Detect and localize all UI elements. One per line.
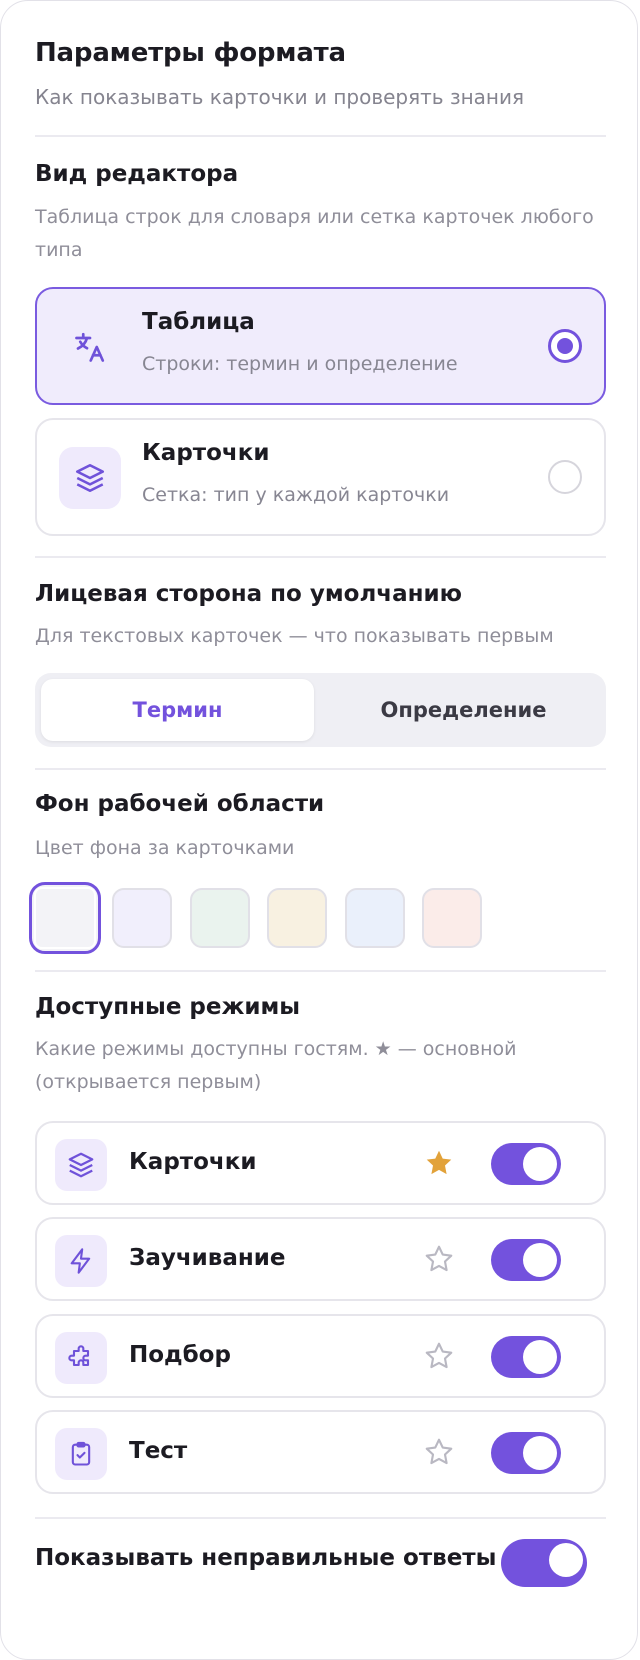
background-swatch[interactable] — [422, 888, 482, 948]
editor-view-description: Таблица строк для словаря или сетка карт… — [35, 206, 594, 261]
radio-selected[interactable] — [548, 329, 582, 363]
mode-row-learn: Заучивание — [35, 1217, 606, 1301]
option-title: Таблица — [142, 309, 255, 335]
segment-definition[interactable]: Определение — [327, 679, 600, 741]
clipboard-check-icon — [55, 1428, 107, 1480]
mode-row-test: Тест — [35, 1410, 606, 1494]
puzzle-icon — [55, 1332, 107, 1384]
mode-toggle[interactable] — [491, 1432, 561, 1474]
background-swatch[interactable] — [29, 882, 101, 954]
front-side-title: Лицевая сторона по умолчанию — [35, 581, 462, 607]
star-outline-icon[interactable] — [423, 1243, 455, 1275]
mode-label: Карточки — [129, 1149, 257, 1175]
panel-title: Параметры формата — [35, 38, 346, 68]
mode-toggle[interactable] — [491, 1239, 561, 1281]
segment-term[interactable]: Термин — [41, 679, 314, 741]
background-swatch[interactable] — [344, 888, 405, 948]
editor-option-cards[interactable]: Карточки Сетка: тип у каждой карточки — [35, 418, 606, 536]
mode-label: Подбор — [129, 1342, 231, 1368]
editor-option-table[interactable]: Таблица Строки: термин и определение — [35, 287, 606, 405]
show-wrong-toggle[interactable] — [501, 1539, 587, 1587]
front-side-segmented-control: Термин Определение — [35, 673, 606, 747]
divider — [35, 556, 606, 558]
show-wrong-label: Показывать неправильные ответы — [35, 1545, 497, 1571]
modes-title: Доступные режимы — [35, 994, 301, 1020]
background-description: Цвет фона за карточками — [35, 837, 295, 859]
mode-label: Тест — [129, 1438, 188, 1464]
editor-view-title: Вид редактора — [35, 161, 239, 187]
modes-description: Какие режимы доступны гостям. ★ — основн… — [35, 1038, 517, 1093]
lightning-icon — [55, 1235, 107, 1287]
layers-icon — [55, 1139, 107, 1191]
option-subtitle: Строки: термин и определение — [142, 353, 458, 375]
star-filled-icon[interactable] — [423, 1147, 455, 1179]
star-outline-icon[interactable] — [423, 1340, 455, 1372]
translate-icon — [59, 316, 121, 378]
front-side-description: Для текстовых карточек — что показывать … — [35, 625, 554, 647]
background-swatch[interactable] — [267, 888, 328, 948]
format-settings-panel: Параметры формата Как показывать карточк… — [0, 0, 638, 1660]
divider — [35, 768, 606, 770]
mode-row-cards: Карточки — [35, 1121, 606, 1205]
mode-toggle[interactable] — [491, 1143, 561, 1185]
mode-row-match: Подбор — [35, 1314, 606, 1398]
panel-subtitle: Как показывать карточки и проверять знан… — [35, 85, 525, 109]
background-swatch[interactable] — [112, 888, 173, 948]
radio-unselected[interactable] — [548, 460, 582, 494]
option-title: Карточки — [142, 440, 270, 466]
divider — [35, 135, 606, 137]
divider — [35, 970, 606, 972]
mode-toggle[interactable] — [491, 1336, 561, 1378]
divider — [35, 1517, 606, 1519]
mode-label: Заучивание — [129, 1245, 286, 1271]
layers-icon — [59, 447, 121, 509]
star-outline-icon[interactable] — [423, 1436, 455, 1468]
background-swatch[interactable] — [189, 888, 250, 948]
option-subtitle: Сетка: тип у каждой карточки — [142, 484, 450, 506]
background-title: Фон рабочей области — [35, 791, 325, 817]
